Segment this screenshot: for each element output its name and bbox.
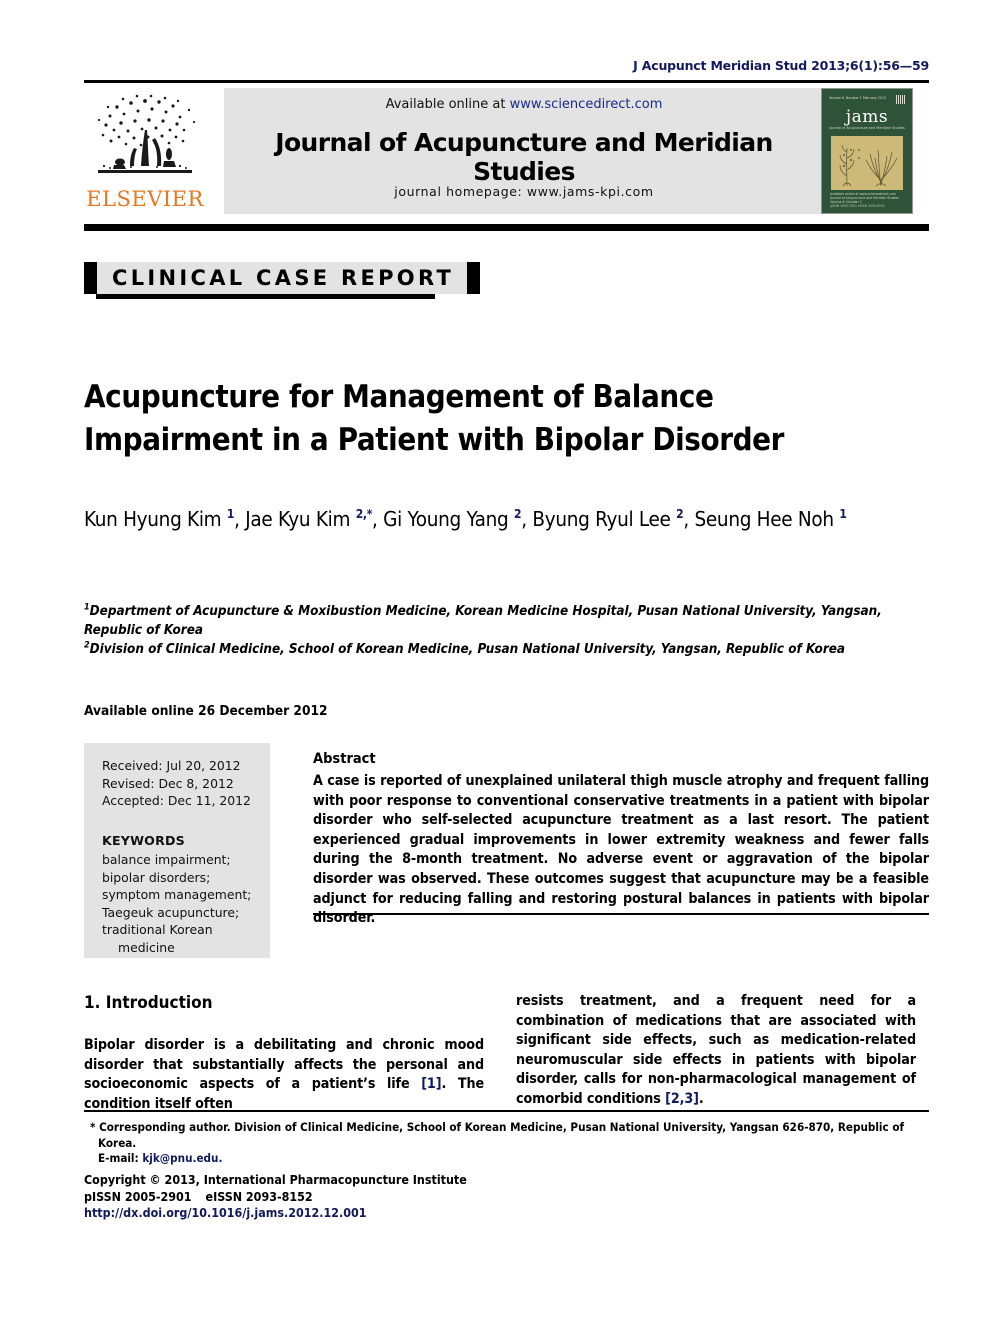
elsevier-tree-icon [97,94,196,173]
author-affiliation-marker: 1 [839,507,847,522]
author-name: Kun Hyung Kim [84,507,227,531]
eissn: eISSN 2093-8152 [205,1188,313,1204]
running-head: J Acupunct Meridian Stud 2013;6(1):56—59 [633,58,929,73]
cover-botanical-illustration [831,136,903,190]
footnote-block: * Corresponding author. Division of Clin… [84,1120,929,1167]
abstract-rule [313,913,929,915]
keywords-list: balance impairment; bipolar disorders; sym… [102,851,258,956]
author-separator: , [683,507,695,531]
introduction-paragraph-right: resists treatment, and a frequent need f… [516,992,916,1110]
author-separator: , [521,507,533,531]
corresponding-author-note: * Corresponding author. Division of Clin… [90,1120,905,1150]
citation-2-3[interactable]: [2,3] [665,1091,699,1107]
keyword-item-continued: medicine [118,939,175,955]
elsevier-logo: ELSEVIER [84,88,206,214]
article-page: J Acupunct Meridian Stud 2013;6(1):56—59 [0,0,992,1323]
author-name: Jae Kyu Kim [245,507,356,531]
doi-link[interactable]: http://dx.doi.org/10.1016/j.jams.2012.12… [84,1205,684,1222]
keyword-item: balance impairment; [102,852,231,867]
body-column-left: 1. Introduction Bipolar disorder is a de… [84,992,484,1114]
keyword-item: symptom management; [102,887,252,902]
journal-cover-thumbnail[interactable]: Volume 6, Number 1 February 2013 jams Jo… [821,88,913,214]
copyright-block: Copyright © 2013, International Pharmaco… [84,1172,684,1222]
available-online-date: Available online 26 December 2012 [84,703,328,719]
article-type-label: CLINICAL CASE REPORT [112,266,455,290]
journal-banner: Available online at www.sciencedirect.co… [224,88,824,214]
keyword-item: Taegeuk acupuncture; [102,904,240,920]
header-rule-top [84,80,929,83]
keyword-item: traditional Korean [102,922,213,937]
cover-subtitle: Journal of Acupuncture and Meridian Stud… [829,126,905,130]
corresponding-email-line: E-mail: kjk@pnu.edu. [84,1151,929,1167]
author-name: Gi Young Yang [383,507,515,531]
email-label: E-mail: [98,1151,143,1166]
introduction-heading: 1. Introduction [84,993,213,1013]
issn-line: pISSN 2005-2901 eISSN 2093-8152 [84,1189,684,1206]
accepted-date: Accepted: Dec 11, 2012 [102,793,251,808]
keywords-heading: KEYWORDS [102,832,185,848]
journal-title: Journal of Acupuncture and Meridian Stud… [275,128,773,186]
affiliation-text: Department of Acupuncture & Moxibustion … [84,604,882,638]
history-keywords-box: Received: Jul 20, 2012 Revised: Dec 8, 2… [84,743,270,958]
botanical-plants-icon [839,144,898,187]
copyright-line: Copyright © 2013, International Pharmaco… [84,1172,467,1187]
abstract-heading: Abstract [313,751,376,767]
introduction-paragraph-left: Bipolar disorder is a debilitating and c… [84,1036,484,1114]
intro-right-part2: . [698,1090,704,1107]
cover-footer-line: Available online at www.sciencedirect.co… [830,192,899,204]
author-name: Seung Hee Noh [694,507,840,531]
article-type-banner: CLINICAL CASE REPORT [84,262,481,294]
pissn: pISSN 2005-2901 [84,1188,192,1204]
cover-logo-text: jams [845,107,889,127]
received-date: Received: Jul 20, 2012 [102,758,241,773]
affiliation-item: 1Department of Acupuncture & Moxibustion… [84,602,929,640]
cover-issn-line: pISSN 2005-2901 eISSN 2093-8152 [830,204,885,208]
affiliation-list: 1Department of Acupuncture & Moxibustion… [84,602,929,659]
journal-header-band: ELSEVIER Available online at www.science… [84,88,929,214]
body-column-right: resists treatment, and a frequent need f… [516,992,916,1110]
available-online-prefix: Available online at [385,97,510,112]
abstract-block: Abstract A case is reported of unexplain… [313,750,929,929]
affiliation-item: 2Division of Clinical Medicine, School o… [84,640,929,659]
cover-footer-text: Available online at www.sciencedirect.co… [830,192,906,208]
intro-right-part1: resists treatment, and a frequent need f… [516,993,916,1107]
sciencedirect-link[interactable]: www.sciencedirect.com [510,97,663,112]
header-rule-bottom [84,224,929,231]
affiliation-text: Division of Clinical Medicine, School of… [89,642,846,657]
email-link[interactable]: kjk@pnu.edu. [142,1151,222,1165]
abstract-text: A case is reported of unexplained unilat… [313,773,929,927]
cover-issue-line: Volume 6, Number 1 February 2013 [829,96,887,100]
revised-date: Revised: Dec 8, 2012 [102,775,234,791]
author-separator: , [234,507,246,531]
author-affiliation-marker: 2,* [355,507,373,522]
elsevier-wordmark: ELSEVIER [86,187,204,211]
journal-homepage[interactable]: journal homepage: www.jams-kpi.com [224,184,824,199]
banner-underbar [96,294,435,299]
cover-barcode-icon [896,95,905,104]
article-title: Acupuncture for Management of Balance Im… [84,378,785,458]
author-name: Byung Ryul Lee [532,507,677,531]
footnote-rule [84,1110,929,1112]
author-separator: , [372,507,384,531]
available-online-line: Available online at www.sciencedirect.co… [224,97,824,112]
keyword-item: bipolar disorders; [102,869,211,885]
author-list: Kun Hyung Kim 1, Jae Kyu Kim 2,*, Gi You… [84,504,929,535]
citation-1[interactable]: [1] [421,1076,441,1092]
